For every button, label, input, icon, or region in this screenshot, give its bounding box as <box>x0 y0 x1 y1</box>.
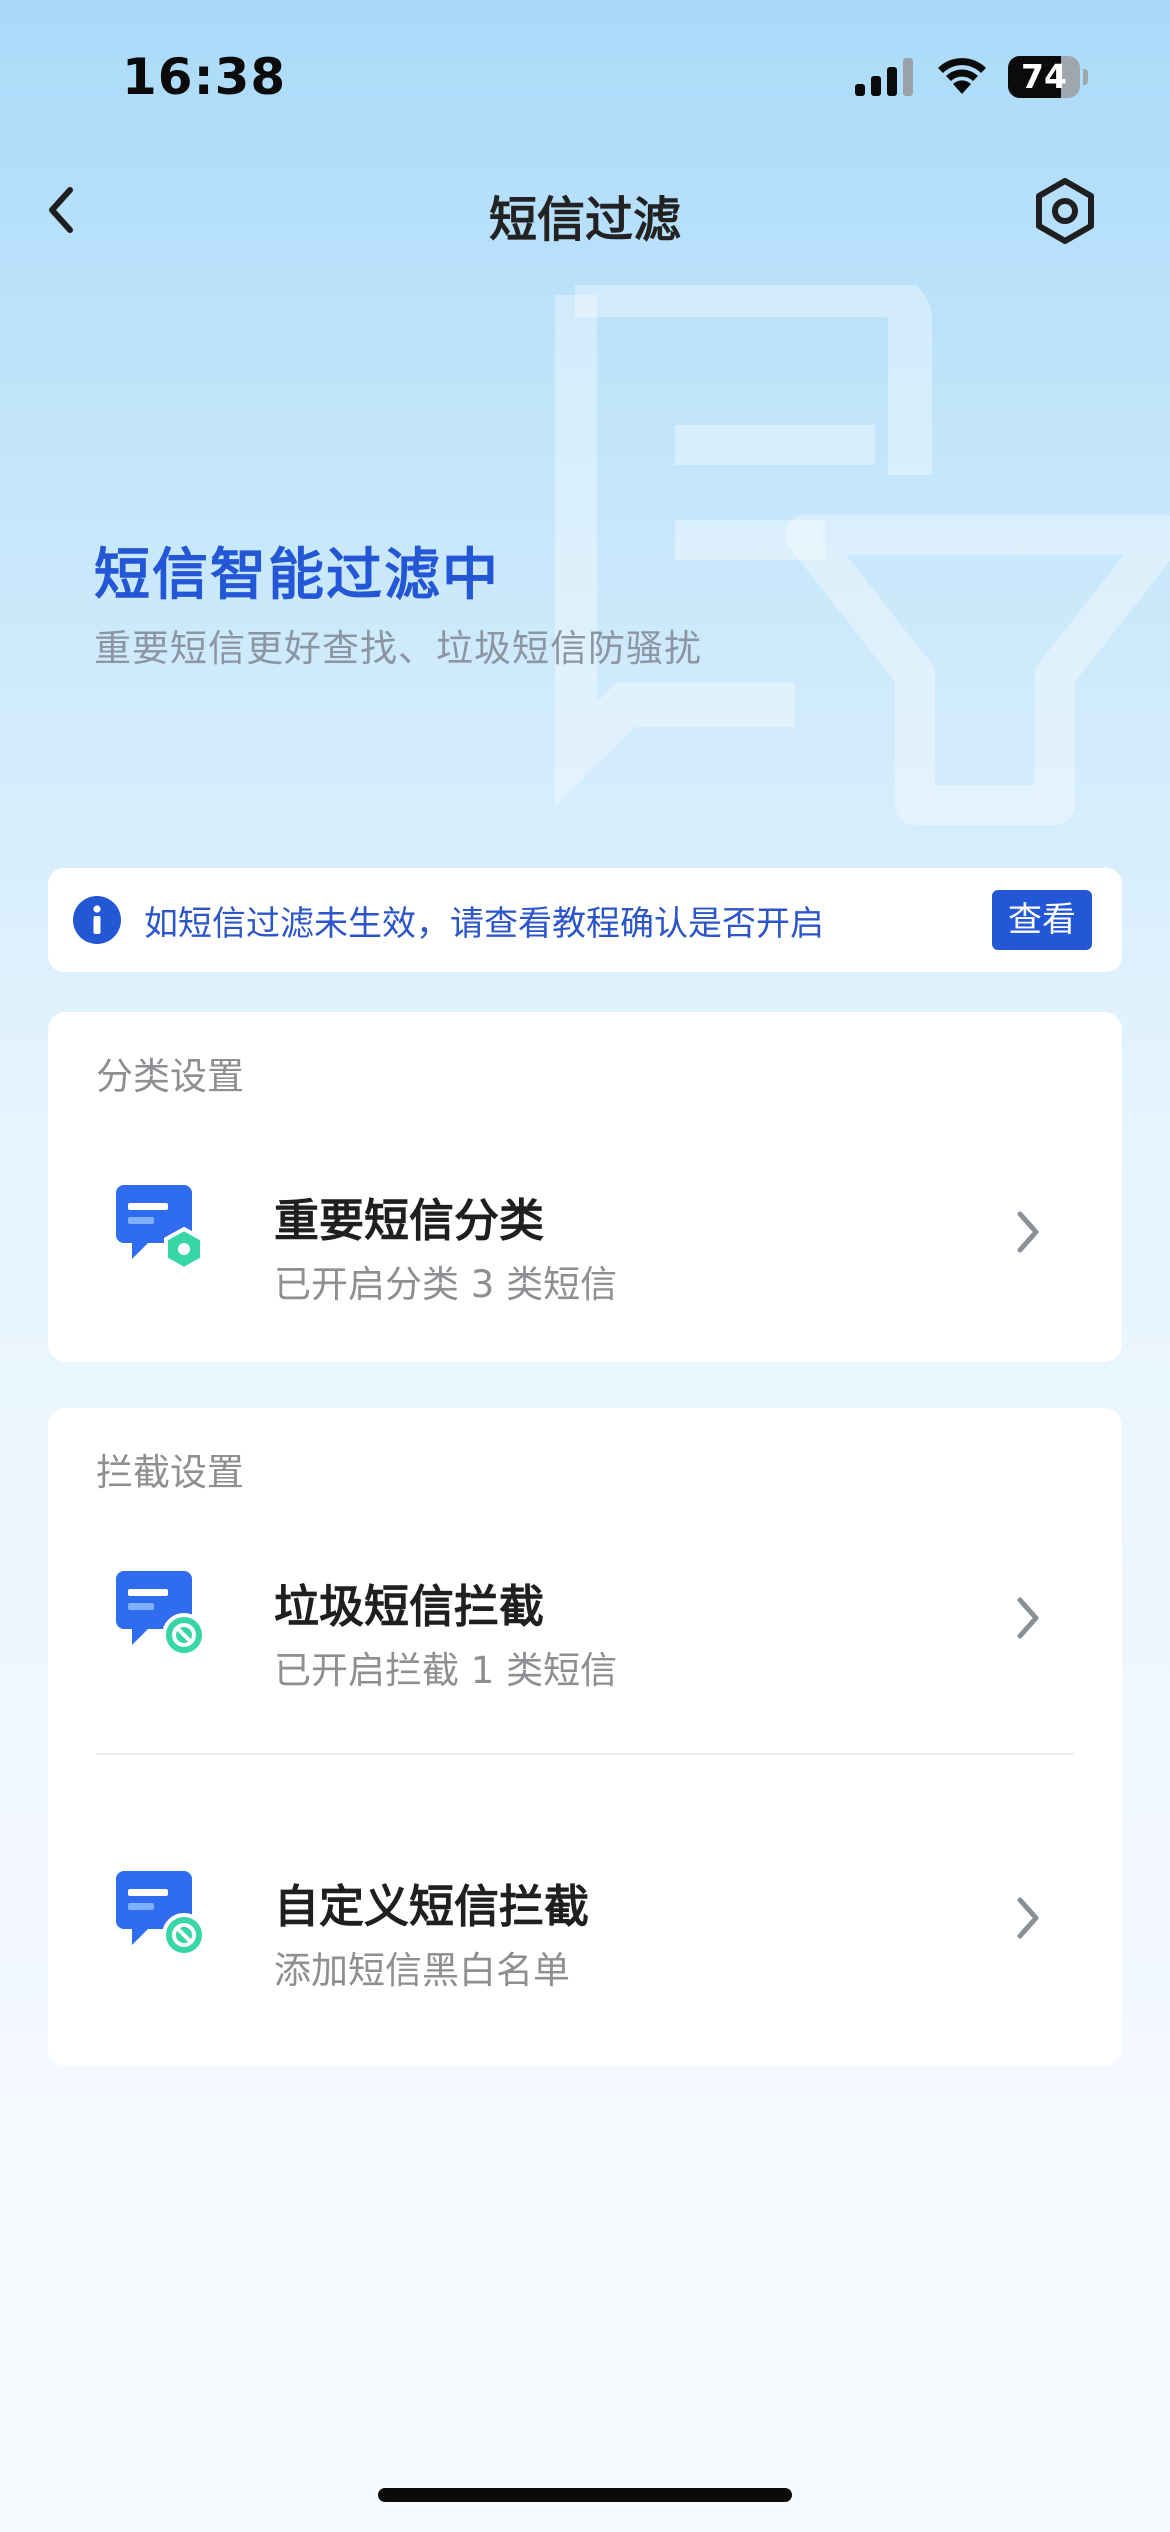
settings-hexagon-icon[interactable] <box>1030 176 1100 246</box>
list-item-spam-sms-interception[interactable]: 垃圾短信拦截 已开启拦截 1 类短信 <box>48 1518 1122 1718</box>
divider <box>96 1753 1074 1755</box>
message-block-icon <box>116 1571 206 1657</box>
filter-status-title: 短信智能过滤中 <box>94 543 500 608</box>
chevron-right-icon <box>1017 1897 1039 1939</box>
filter-status-subtitle: 重要短信更好查找、垃圾短信防骚扰 <box>94 627 702 670</box>
classification-settings-card: 分类设置 重要短信分类 已开启分类 3 类短信 <box>48 1012 1122 1362</box>
item-label: 重要短信分类 <box>274 1194 545 1247</box>
item-description: 已开启拦截 1 类短信 <box>274 1649 618 1692</box>
wifi-icon <box>938 58 986 94</box>
message-shield-icon <box>116 1185 204 1272</box>
item-label: 垃圾短信拦截 <box>274 1580 545 1633</box>
list-item-custom-sms-interception[interactable]: 自定义短信拦截 添加短信黑白名单 <box>48 1818 1122 2018</box>
chevron-right-icon <box>1017 1211 1039 1253</box>
chevron-right-icon <box>1017 1597 1039 1639</box>
item-label: 自定义短信拦截 <box>274 1880 590 1933</box>
item-description: 添加短信黑白名单 <box>274 1949 570 1992</box>
page-title: 短信过滤 <box>488 192 681 248</box>
cellular-signal-icon <box>855 58 913 96</box>
message-filter-illustration-icon <box>555 285 1170 825</box>
status-bar: 16:38 74 <box>0 0 1170 150</box>
item-description: 已开启分类 3 类短信 <box>274 1263 618 1306</box>
battery-indicator: 74 <box>1008 56 1088 98</box>
view-tutorial-button[interactable]: 查看 <box>992 890 1092 950</box>
section-title-classification: 分类设置 <box>96 1055 244 1098</box>
notice-text: 如短信过滤未生效，请查看教程确认是否开启 <box>144 904 824 944</box>
home-indicator[interactable] <box>378 2488 792 2502</box>
list-item-important-sms-classification[interactable]: 重要短信分类 已开启分类 3 类短信 <box>48 1132 1122 1332</box>
status-time: 16:38 <box>122 48 287 106</box>
section-title-interception: 拦截设置 <box>96 1451 244 1494</box>
battery-percentage: 74 <box>1021 57 1067 96</box>
info-icon <box>73 896 121 944</box>
tutorial-notice-banner: 如短信过滤未生效，请查看教程确认是否开启 查看 <box>48 868 1122 972</box>
interception-settings-card: 拦截设置 垃圾短信拦截 已开启拦截 1 类短信 自定义短信拦截 添加短信黑白名单 <box>48 1408 1122 2066</box>
message-block-icon <box>116 1871 206 1957</box>
navigation-bar: 短信过滤 <box>0 160 1170 260</box>
